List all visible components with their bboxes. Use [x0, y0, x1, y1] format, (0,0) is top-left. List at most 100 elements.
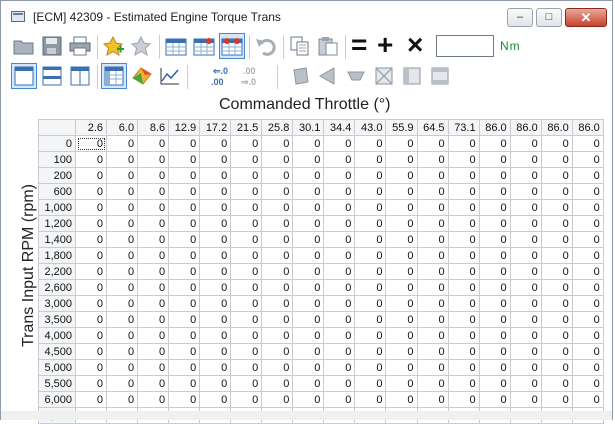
table-cell[interactable]: 0	[261, 279, 294, 296]
table-cell[interactable]: 0	[261, 199, 294, 216]
table-cell[interactable]: 0	[571, 359, 604, 376]
table-cell[interactable]: 0	[509, 231, 542, 248]
table-cell[interactable]: 0	[447, 263, 480, 280]
table-cell[interactable]: 0	[509, 295, 542, 312]
row-header[interactable]: 4,000	[38, 327, 76, 344]
table-cell[interactable]: 0	[540, 327, 573, 344]
table-cell[interactable]: 0	[416, 311, 449, 328]
table-cell[interactable]: 0	[137, 199, 170, 216]
table-cell[interactable]: 0	[168, 135, 201, 152]
table-cell[interactable]: 0	[323, 247, 356, 264]
table-cell[interactable]: 0	[354, 343, 387, 360]
2d-graph-view-icon[interactable]	[157, 63, 183, 89]
row-header[interactable]: 1,200	[38, 215, 76, 232]
table-cell[interactable]: 0	[323, 199, 356, 216]
table-cell[interactable]: 0	[292, 375, 325, 392]
table-cell[interactable]: 0	[74, 375, 108, 392]
table-cell[interactable]: 0	[168, 311, 201, 328]
table-cell[interactable]: 0	[385, 231, 418, 248]
column-header[interactable]: 17.2	[199, 119, 232, 136]
table-cell[interactable]: 0	[354, 359, 387, 376]
table-cell[interactable]: 0	[416, 183, 449, 200]
table-cell[interactable]: 0	[106, 279, 139, 296]
maximize-button[interactable]: □	[536, 8, 562, 27]
table-cell[interactable]: 0	[447, 327, 480, 344]
increase-decimals-button[interactable]: ⇐.0.00	[207, 63, 237, 89]
table-cell[interactable]: 0	[478, 183, 511, 200]
table-cell[interactable]: 0	[261, 215, 294, 232]
table-cell[interactable]: 0	[261, 295, 294, 312]
table-cell[interactable]: 0	[385, 183, 418, 200]
table-cell[interactable]: 0	[416, 343, 449, 360]
table-cell[interactable]: 0	[509, 167, 542, 184]
table-cell[interactable]: 0	[540, 151, 573, 168]
table-cell[interactable]: 0	[354, 295, 387, 312]
table-cell[interactable]: 0	[478, 167, 511, 184]
operator-multiply-button[interactable]: ×	[407, 30, 423, 60]
table-cell[interactable]: 0	[261, 263, 294, 280]
table-cell[interactable]: 0	[447, 359, 480, 376]
table-cell[interactable]: 0	[74, 247, 108, 264]
table-cell[interactable]: 0	[199, 199, 232, 216]
row-header[interactable]: 5,500	[38, 375, 76, 392]
table-cell[interactable]: 0	[168, 279, 201, 296]
table-cell[interactable]: 0	[385, 343, 418, 360]
table-cell[interactable]: 0	[509, 263, 542, 280]
table-cell[interactable]: 0	[354, 311, 387, 328]
3d-surface-view-icon[interactable]	[129, 63, 155, 89]
table-cell[interactable]: 0	[447, 279, 480, 296]
table-cell[interactable]: 0	[292, 311, 325, 328]
table-cell[interactable]: 0	[509, 327, 542, 344]
table-cell[interactable]: 0	[137, 247, 170, 264]
table-cell[interactable]: 0	[385, 327, 418, 344]
table-cell[interactable]: 0	[416, 263, 449, 280]
table-cell[interactable]: 0	[106, 215, 139, 232]
table-cell[interactable]: 0	[230, 311, 263, 328]
table-cell[interactable]: 0	[478, 311, 511, 328]
rotate-right-icon[interactable]	[315, 63, 341, 89]
table-cell[interactable]: 0	[354, 183, 387, 200]
table-cell[interactable]: 0	[478, 199, 511, 216]
table-cell[interactable]: 0	[230, 375, 263, 392]
table-cell[interactable]: 0	[354, 391, 387, 408]
table-cell[interactable]: 0	[354, 151, 387, 168]
table-cell[interactable]: 0	[74, 199, 108, 216]
table-cell[interactable]: 0	[354, 167, 387, 184]
table-cell[interactable]: 0	[106, 183, 139, 200]
table-cell[interactable]: 0	[447, 151, 480, 168]
column-header[interactable]: 64.5	[416, 119, 449, 136]
table-cell[interactable]: 0	[292, 295, 325, 312]
table-cell[interactable]: 0	[230, 183, 263, 200]
table-cell[interactable]: 0	[261, 231, 294, 248]
table-cell[interactable]: 0	[292, 183, 325, 200]
table-cell[interactable]: 0	[199, 359, 232, 376]
table-cell[interactable]: 0	[106, 311, 139, 328]
table-cell[interactable]: 0	[74, 167, 108, 184]
table-cell[interactable]: 0	[168, 343, 201, 360]
table-cell[interactable]: 0	[447, 247, 480, 264]
table-cell[interactable]: 0	[106, 135, 139, 152]
zoom-fit-icon[interactable]	[371, 63, 397, 89]
table-cell[interactable]: 0	[323, 343, 356, 360]
table-cell[interactable]: 0	[137, 231, 170, 248]
table-cell[interactable]: 0	[509, 183, 542, 200]
table-cell[interactable]: 0	[199, 263, 232, 280]
table-cell[interactable]: 0	[540, 311, 573, 328]
table-cell[interactable]: 0	[540, 343, 573, 360]
table-cell[interactable]: 0	[323, 311, 356, 328]
table-cell[interactable]: 0	[261, 311, 294, 328]
table-cell[interactable]: 0	[354, 327, 387, 344]
column-header[interactable]: 21.5	[230, 119, 263, 136]
table-cell[interactable]: 0	[106, 391, 139, 408]
table-cell[interactable]: 0	[137, 327, 170, 344]
table-cell[interactable]: 0	[323, 391, 356, 408]
row-header[interactable]: 4,500	[38, 343, 76, 360]
table-cell[interactable]: 0	[478, 327, 511, 344]
table-cell[interactable]: 0	[168, 151, 201, 168]
table-cell[interactable]: 0	[478, 247, 511, 264]
table-cell[interactable]: 0	[447, 343, 480, 360]
table-cell[interactable]: 0	[292, 199, 325, 216]
table-cell[interactable]: 0	[385, 311, 418, 328]
table-cell[interactable]: 0	[447, 135, 480, 152]
table-cell[interactable]: 0	[292, 327, 325, 344]
